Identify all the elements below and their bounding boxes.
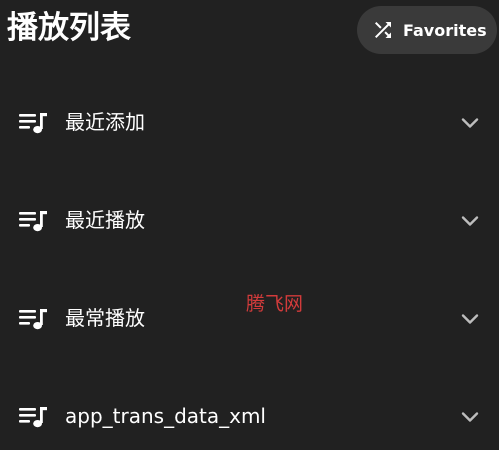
playlist-item-label: app_trans_data_xml: [65, 404, 266, 428]
page-title: 播放列表: [7, 10, 131, 46]
playlist-music-icon: [19, 405, 49, 429]
playlist-list: 最近添加 最近播放 最常播放 app_trans_data_xml: [0, 74, 499, 450]
favorites-shuffle-button[interactable]: Favorites: [357, 6, 497, 54]
chevron-down-icon[interactable]: [458, 405, 482, 429]
playlist-item-label: 最常播放: [65, 306, 145, 330]
header: 播放列表 Favorites: [0, 0, 499, 60]
watermark-text: 腾飞网: [246, 293, 304, 315]
favorites-label: Favorites: [403, 20, 487, 40]
playlist-item-recently-played[interactable]: 最近播放: [0, 172, 499, 270]
playlist-music-icon: [19, 111, 49, 135]
playlist-music-icon: [19, 307, 49, 331]
chevron-down-icon[interactable]: [458, 307, 482, 331]
playlist-item-most-played[interactable]: 最常播放: [0, 270, 499, 368]
chevron-down-icon[interactable]: [458, 111, 482, 135]
playlist-item-label: 最近添加: [65, 110, 145, 134]
shuffle-icon: [371, 18, 395, 42]
playlist-item-app-trans-data-xml[interactable]: app_trans_data_xml: [0, 368, 499, 450]
playlist-music-icon: [19, 209, 49, 233]
playlist-item-label: 最近播放: [65, 208, 145, 232]
chevron-down-icon[interactable]: [458, 209, 482, 233]
playlist-item-recently-added[interactable]: 最近添加: [0, 74, 499, 172]
